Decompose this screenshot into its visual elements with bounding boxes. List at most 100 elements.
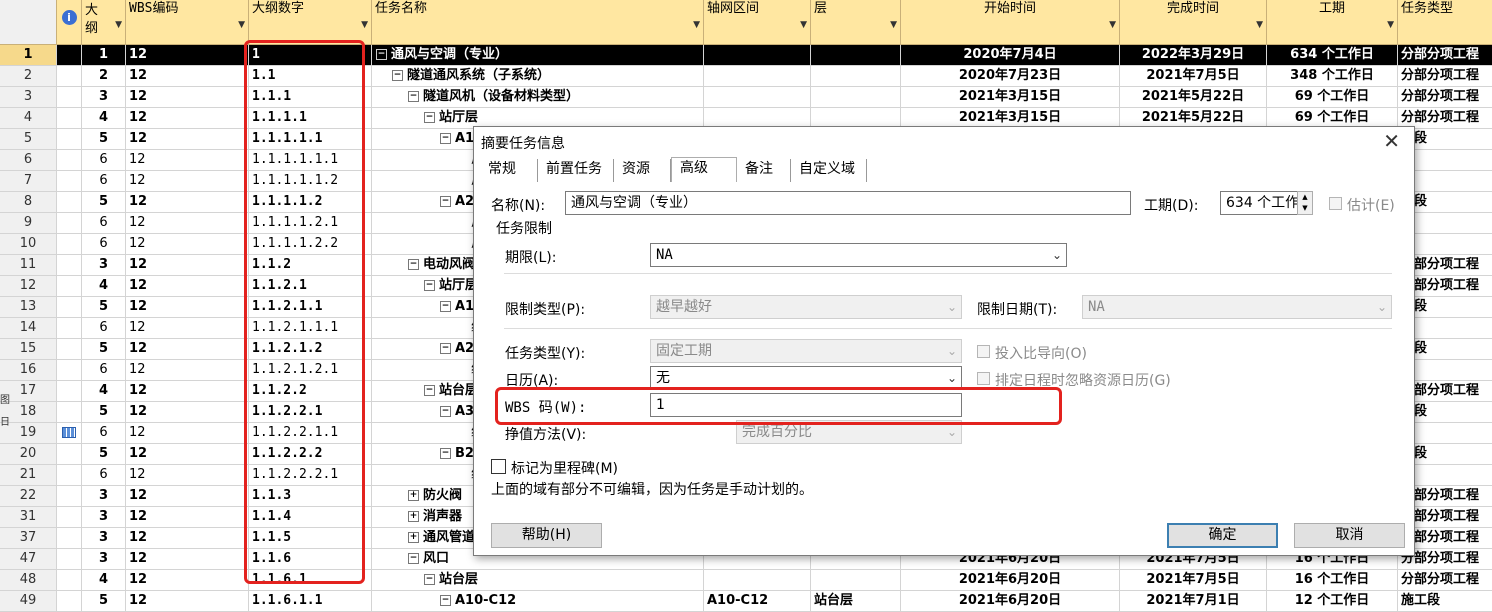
constraint-type-select[interactable]: 越早越好 ⌄	[650, 295, 962, 319]
outline-level-cell[interactable]: 3	[82, 255, 126, 276]
wbs-cell[interactable]: 12	[126, 87, 249, 108]
outline-level-cell[interactable]: 3	[82, 549, 126, 570]
duration-cell[interactable]: 348 个工作日	[1267, 66, 1398, 87]
collapse-icon[interactable]: −	[408, 259, 419, 270]
outline-number-cell[interactable]: 1.1.1	[249, 87, 372, 108]
start-cell[interactable]: 2020年7月4日	[901, 45, 1120, 66]
duration-cell[interactable]: 69 个工作日	[1267, 87, 1398, 108]
row-id[interactable]: 12	[0, 276, 57, 297]
row-indicator[interactable]	[57, 171, 82, 192]
row-id[interactable]: 10	[0, 234, 57, 255]
collapse-icon[interactable]: −	[408, 91, 419, 102]
row-indicator[interactable]	[57, 234, 82, 255]
row-indicator[interactable]	[57, 87, 82, 108]
outline-number-cell[interactable]: 1.1	[249, 66, 372, 87]
collapse-icon[interactable]: −	[440, 406, 451, 417]
outline-number-cell[interactable]: 1.1.2.2	[249, 381, 372, 402]
collapse-icon[interactable]: −	[408, 553, 419, 564]
row-id[interactable]: 21	[0, 465, 57, 486]
start-cell[interactable]: 2021年3月15日	[901, 87, 1120, 108]
outline-number-cell[interactable]: 1.1.2.1.2.1	[249, 360, 372, 381]
row-id[interactable]: 6	[0, 150, 57, 171]
expand-icon[interactable]: +	[408, 490, 419, 501]
outline-number-cell[interactable]: 1.1.1.1.1.1	[249, 150, 372, 171]
row-indicator[interactable]	[57, 213, 82, 234]
row-id[interactable]: 20	[0, 444, 57, 465]
row-indicator[interactable]	[57, 465, 82, 486]
chevron-down-icon[interactable]: ▼	[890, 16, 897, 34]
wbs-cell[interactable]: 12	[126, 45, 249, 66]
duration-field[interactable]: 634 个工作日	[1220, 191, 1298, 215]
wbs-cell[interactable]: 12	[126, 129, 249, 150]
row-indicator[interactable]	[57, 150, 82, 171]
task-type-cell[interactable]: 分部分项工程	[1398, 45, 1492, 66]
row-indicator[interactable]	[57, 402, 82, 423]
wbs-cell[interactable]: 12	[126, 213, 249, 234]
row-id[interactable]: 3	[0, 87, 57, 108]
wbs-cell[interactable]: 12	[126, 318, 249, 339]
outline-number-cell[interactable]: 1.1.1.1.1.2	[249, 171, 372, 192]
task-name-cell[interactable]: − 通风与空调（专业）	[372, 45, 704, 66]
select-all-corner[interactable]	[0, 0, 57, 45]
table-row[interactable]: 48 4 12 1.1.6.1− 站台层 2021年6月20日 2021年7月5日 16 个工…	[0, 570, 1492, 591]
task-name-cell[interactable]: − A10-C12	[372, 591, 704, 612]
ignore-calendar-checkbox[interactable]	[977, 372, 990, 385]
row-id[interactable]: 37	[0, 528, 57, 549]
view-bar-label[interactable]: 图 日	[0, 390, 10, 434]
outline-level-cell[interactable]: 5	[82, 444, 126, 465]
finish-cell[interactable]: 2022年3月29日	[1120, 45, 1267, 66]
outline-level-header[interactable]: 大纲 ▼	[82, 0, 126, 45]
outline-level-cell[interactable]: 5	[82, 129, 126, 150]
collapse-icon[interactable]: −	[424, 280, 435, 291]
collapse-icon[interactable]: −	[424, 385, 435, 396]
row-id[interactable]: 15	[0, 339, 57, 360]
outline-level-cell[interactable]: 2	[82, 66, 126, 87]
estimate-checkbox[interactable]	[1329, 197, 1342, 210]
wbs-cell[interactable]: 12	[126, 297, 249, 318]
task-name-header[interactable]: 任务名称 ▼	[372, 0, 704, 45]
axis-range-cell[interactable]	[704, 87, 811, 108]
row-indicator[interactable]	[57, 45, 82, 66]
row-indicator[interactable]	[57, 66, 82, 87]
collapse-icon[interactable]: −	[440, 448, 451, 459]
task-type-cell[interactable]: 分部分项工程	[1398, 66, 1492, 87]
row-indicator[interactable]	[57, 255, 82, 276]
row-id[interactable]: 47	[0, 549, 57, 570]
floor-cell[interactable]	[811, 45, 901, 66]
expand-icon[interactable]: +	[408, 532, 419, 543]
outline-level-cell[interactable]: 5	[82, 402, 126, 423]
outline-number-cell[interactable]: 1.1.2	[249, 255, 372, 276]
wbs-cell[interactable]: 12	[126, 507, 249, 528]
start-cell[interactable]: 2021年6月20日	[901, 591, 1120, 612]
chevron-down-icon[interactable]: ▼	[693, 16, 700, 34]
outline-level-cell[interactable]: 3	[82, 507, 126, 528]
table-row[interactable]: 49 5 12 1.1.6.1.1− A10-C12 A10-C12 站台层 2021年6月2…	[0, 591, 1492, 612]
task-type-cell[interactable]: 施工段	[1398, 591, 1492, 612]
outline-level-cell[interactable]: 6	[82, 150, 126, 171]
row-indicator[interactable]	[57, 360, 82, 381]
outline-number-cell[interactable]: 1.1.2.2.1.1	[249, 423, 372, 444]
wbs-cell[interactable]: 12	[126, 150, 249, 171]
tab-notes[interactable]: 备注	[737, 159, 791, 182]
outline-level-cell[interactable]: 5	[82, 297, 126, 318]
chevron-down-icon[interactable]: ▼	[800, 16, 807, 34]
help-button[interactable]: 帮助(H)	[491, 523, 602, 548]
indicators-header[interactable]: i	[57, 0, 82, 45]
table-row[interactable]: 1 1 12 1− 通风与空调（专业） 2020年7月4日 2022年3月29日 634 个工…	[0, 45, 1492, 66]
task-name-cell[interactable]: − 隧道风机（设备材料类型）	[372, 87, 704, 108]
table-row[interactable]: 2 2 12 1.1− 隧道通风系统（子系统） 2020年7月23日 2021年7月5日 34…	[0, 66, 1492, 87]
collapse-icon[interactable]: −	[376, 49, 387, 60]
duration-cell[interactable]: 16 个工作日	[1267, 570, 1398, 591]
task-type-select[interactable]: 固定工期 ⌄	[650, 339, 962, 363]
outline-level-cell[interactable]: 6	[82, 360, 126, 381]
outline-level-cell[interactable]: 3	[82, 87, 126, 108]
cancel-button[interactable]: 取消	[1294, 523, 1405, 548]
outline-level-cell[interactable]: 6	[82, 423, 126, 444]
outline-number-cell[interactable]: 1.1.1.1.1	[249, 129, 372, 150]
chevron-down-icon[interactable]: ▼	[115, 16, 122, 34]
floor-cell[interactable]: 站台层	[811, 591, 901, 612]
tab-resources[interactable]: 资源	[614, 159, 671, 182]
row-id[interactable]: 8	[0, 192, 57, 213]
row-indicator[interactable]	[57, 192, 82, 213]
outline-number-cell[interactable]: 1.1.1.1.2.2	[249, 234, 372, 255]
